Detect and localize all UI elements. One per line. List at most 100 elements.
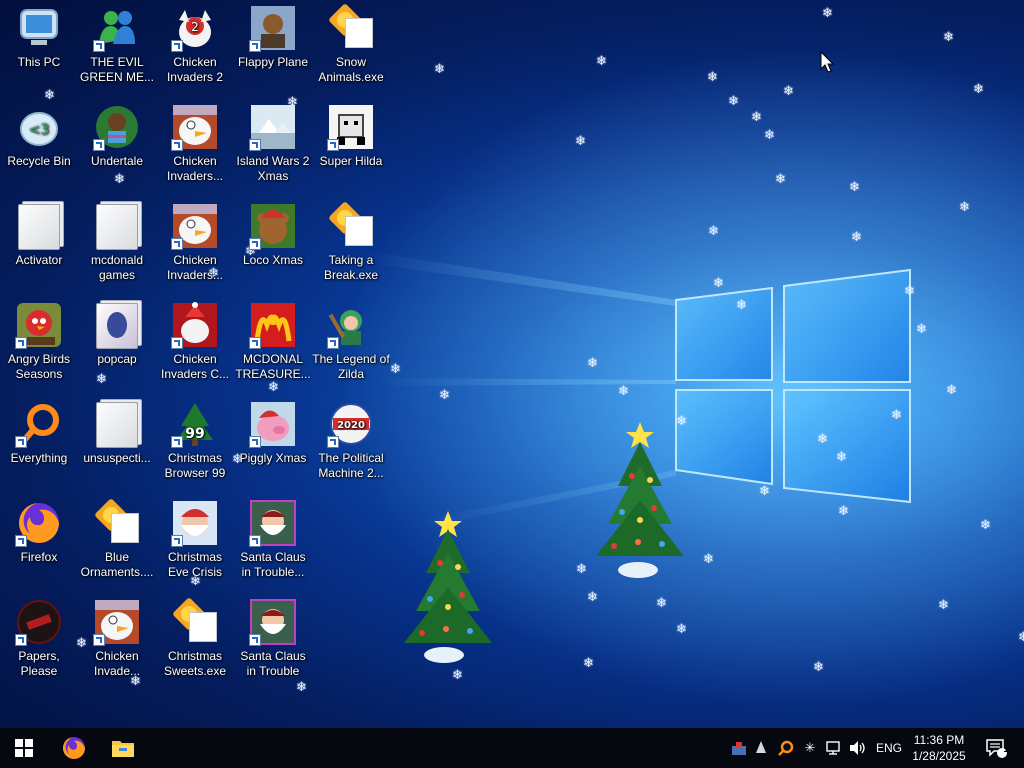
desktop-icon-label: mcdonald games (90, 253, 144, 282)
shortcut-arrow-icon (15, 634, 27, 646)
exe-file-icon (327, 201, 375, 250)
desktop-icon-label: Chicken Invaders... (166, 154, 224, 183)
desktop-icon[interactable]: MCDONAL TREASURE... (234, 297, 312, 389)
desktop-icon-label: Recycle Bin (7, 154, 71, 168)
desktop-icon[interactable]: Papers, Please (0, 594, 78, 686)
network-icon[interactable] (824, 738, 844, 758)
desktop-icon[interactable]: Christmas Sweets.exe (156, 594, 234, 686)
desktop-icon-label: Super Hilda (319, 154, 383, 168)
shortcut-arrow-icon (171, 535, 183, 547)
desktop-icon[interactable]: Chicken Invaders... (156, 198, 234, 290)
svg-text:2: 2 (191, 20, 199, 34)
desktop-icon[interactable]: This PC (0, 0, 78, 92)
snowflake-icon: ❄ (434, 61, 445, 76)
desktop-icon[interactable]: THE EVIL GREEN ME... (78, 0, 156, 92)
christmas-tree-right (596, 422, 684, 578)
popcap-folder-icon (93, 301, 141, 349)
snow-tray-icon[interactable]: ✳ (800, 738, 820, 758)
desktop-icon[interactable]: Chicken Invade... (78, 594, 156, 686)
desktop-icon[interactable]: Christmas Eve Crisis (156, 495, 234, 587)
desktop-icon-label: Christmas Eve Crisis (167, 550, 222, 579)
notification-center-button[interactable]: 1 (976, 728, 1016, 768)
desktop-icon[interactable]: popcap (78, 297, 156, 389)
desktop-icon-label: Blue Ornaments.... (80, 550, 154, 579)
desktop-icon[interactable]: Santa Claus in Trouble (234, 594, 312, 686)
desktop-icon-label: Activator (15, 253, 63, 267)
desktop-icon[interactable]: Undertale (78, 99, 156, 191)
desktop-icon[interactable]: Firefox (0, 495, 78, 587)
shortcut-arrow-icon (327, 139, 339, 151)
desktop-icon-label: Snow Animals.exe (318, 55, 384, 84)
volume-icon[interactable] (848, 738, 868, 758)
start-button[interactable] (0, 728, 48, 768)
desktop-icon[interactable]: Santa Claus in Trouble... A... (234, 495, 312, 587)
snowflake-icon: ❄ (838, 503, 849, 518)
desktop-icon[interactable]: 99 Christmas Browser 99 (156, 396, 234, 488)
desktop-icon[interactable]: <3 Recycle Bin (0, 99, 78, 191)
everything-search-icon (15, 400, 63, 448)
snowflake-icon: ❄ (938, 597, 949, 612)
mouse-cursor-icon (820, 51, 834, 73)
snowflake-icon: ❄ (916, 321, 927, 336)
shortcut-arrow-icon (171, 238, 183, 250)
snowflake-icon: ❄ (851, 229, 862, 244)
papers-please-icon (15, 598, 63, 646)
file-explorer-taskbar-button[interactable] (99, 728, 147, 768)
snowflake-icon: ❄ (1018, 629, 1024, 644)
snowflake-icon: ❄ (452, 667, 463, 682)
desktop-icon-label: Chicken Invaders 2 (166, 55, 224, 84)
snowflake-icon: ❄ (836, 449, 847, 464)
desktop-icon-label: This PC (17, 55, 61, 69)
desktop-icon-label: Chicken Invade... (93, 649, 141, 678)
desktop-icon[interactable]: The Legend of Zilda (312, 297, 390, 389)
desktop-icon[interactable]: Island Wars 2 Xmas (234, 99, 312, 191)
clock[interactable]: 11:36 PM 1/28/2025 (906, 732, 972, 764)
island-wars-icon (249, 103, 297, 151)
language-indicator[interactable]: ENG (873, 728, 905, 768)
desktop-icon[interactable]: Blue Ornaments.... (78, 495, 156, 587)
desktop-icon[interactable]: Snow Animals.exe (312, 0, 390, 92)
snowflake-icon: ❄ (587, 355, 598, 370)
snowflake-icon: ❄ (708, 223, 719, 238)
firefox-icon (15, 499, 63, 547)
desktop-icon-label: The Legend of Zilda (312, 352, 390, 381)
app-tray-icon[interactable] (729, 738, 749, 758)
desktop-icon[interactable]: Piggly Xmas (234, 396, 312, 488)
flappy-plane-icon (249, 4, 297, 52)
snowflake-icon: ❄ (575, 133, 586, 148)
desktop-icon-label: Christmas Sweets.exe (163, 649, 227, 678)
christmas-tree-left (404, 511, 492, 663)
desktop-icon[interactable]: Everything (0, 396, 78, 488)
shortcut-arrow-icon (327, 436, 339, 448)
shortcut-arrow-icon (15, 535, 27, 547)
snowflake-icon: ❄ (576, 561, 587, 576)
desktop-icon[interactable]: Taking a Break.exe (312, 198, 390, 290)
desktop-icon[interactable]: Loco Xmas (234, 198, 312, 290)
desktop-icon[interactable]: 2020 The Political Machine 2... (312, 396, 390, 488)
desktop-icon[interactable]: Angry Birds Seasons (0, 297, 78, 389)
desktop-icon[interactable]: Flappy Plane (234, 0, 312, 92)
desktop-icon-label: The Political Machine 2... (318, 451, 384, 480)
desktop-icon[interactable]: Chicken Invaders C... (156, 297, 234, 389)
desktop-icon[interactable]: 2 Chicken Invaders 2 (156, 0, 234, 92)
desktop-icon[interactable]: Chicken Invaders... (156, 99, 234, 191)
shortcut-arrow-icon (15, 436, 27, 448)
msn-messenger-icon (93, 4, 141, 52)
firefox-taskbar-button[interactable] (50, 728, 98, 768)
desktop-icon[interactable]: unsuspecti... (78, 396, 156, 488)
search-tray-icon[interactable] (776, 738, 796, 758)
desktop-icon-label: THE EVIL GREEN ME... (79, 55, 154, 84)
snowflake-icon: ❄ (764, 127, 775, 142)
desktop-icon[interactable]: mcdonald games (78, 198, 156, 290)
chicken-invaders-christmas-icon (171, 301, 219, 349)
shortcut-arrow-icon (249, 634, 261, 646)
snowflake-icon: ❄ (783, 83, 794, 98)
snowflake-icon: ❄ (891, 407, 902, 422)
desktop-icon[interactable]: Activator (0, 198, 78, 290)
bluetooth-tray-icon[interactable] (751, 738, 771, 758)
desktop-icon-label: Loco Xmas (242, 253, 304, 267)
desktop-icon[interactable]: Super Hilda (312, 99, 390, 191)
snowflake-icon: ❄ (904, 283, 915, 298)
snowflake-icon: ❄ (656, 595, 667, 610)
notification-count-badge: 1 (1003, 744, 1009, 754)
